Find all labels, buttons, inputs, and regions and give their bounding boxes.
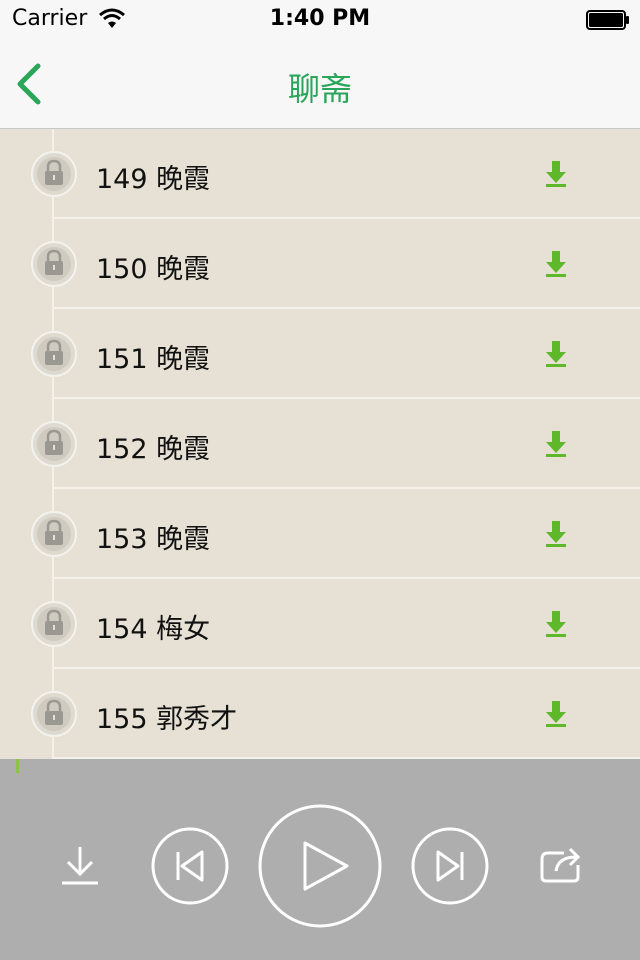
episode-title: 153 晚霞 bbox=[96, 524, 211, 555]
status-time: 1:40 PM bbox=[269, 6, 371, 31]
download-button[interactable] bbox=[58, 843, 102, 887]
lock-icon bbox=[30, 420, 78, 468]
list-item[interactable]: 152 晚霞 bbox=[0, 399, 640, 489]
list-item[interactable]: 155 郭秀才 bbox=[0, 669, 640, 759]
download-arrow-icon[interactable] bbox=[542, 339, 570, 367]
episode-title: 151 晚霞 bbox=[96, 344, 211, 375]
list-item[interactable]: 153 晚霞 bbox=[0, 489, 640, 579]
skip-previous-icon bbox=[151, 827, 229, 905]
page-title: 聊斋 bbox=[287, 70, 352, 108]
lock-icon bbox=[30, 600, 78, 648]
download-arrow-icon[interactable] bbox=[542, 519, 570, 547]
play-button[interactable] bbox=[257, 803, 383, 929]
download-arrow-icon[interactable] bbox=[542, 609, 570, 637]
lock-icon bbox=[30, 690, 78, 738]
navigation-bar: 聊斋 bbox=[0, 40, 640, 129]
download-arrow-icon[interactable] bbox=[542, 249, 570, 277]
status-bar: Carrier 1:40 PM bbox=[0, 0, 640, 40]
previous-button[interactable] bbox=[150, 826, 230, 906]
player-bar bbox=[0, 759, 640, 960]
list-item[interactable]: 154 梅女 bbox=[0, 579, 640, 669]
episode-title: 152 晚霞 bbox=[96, 434, 211, 465]
lock-icon bbox=[30, 510, 78, 558]
episode-list[interactable]: 149 晚霞 150 晚霞 151 晚霞 152 晚霞 153 晚霞 154 梅女 155 … bbox=[0, 129, 640, 759]
episode-title: 154 梅女 bbox=[96, 614, 211, 645]
episode-title: 155 郭秀才 bbox=[96, 704, 238, 735]
download-arrow-icon[interactable] bbox=[542, 159, 570, 187]
battery-icon bbox=[586, 10, 630, 30]
download-icon bbox=[62, 847, 98, 885]
progress-indicator[interactable] bbox=[16, 759, 19, 773]
skip-next-icon bbox=[411, 827, 489, 905]
list-item[interactable]: 149 晚霞 bbox=[0, 129, 640, 219]
list-item[interactable]: 151 晚霞 bbox=[0, 309, 640, 399]
play-icon bbox=[258, 804, 382, 928]
lock-icon bbox=[30, 240, 78, 288]
list-item[interactable]: 150 晚霞 bbox=[0, 219, 640, 309]
lock-icon bbox=[30, 330, 78, 378]
download-arrow-icon[interactable] bbox=[542, 429, 570, 457]
share-button[interactable] bbox=[536, 845, 584, 885]
share-icon bbox=[540, 847, 581, 883]
next-button[interactable] bbox=[410, 826, 490, 906]
lock-icon bbox=[30, 150, 78, 198]
download-arrow-icon[interactable] bbox=[542, 699, 570, 727]
episode-title: 149 晚霞 bbox=[96, 164, 211, 195]
episode-title: 150 晚霞 bbox=[96, 254, 211, 285]
